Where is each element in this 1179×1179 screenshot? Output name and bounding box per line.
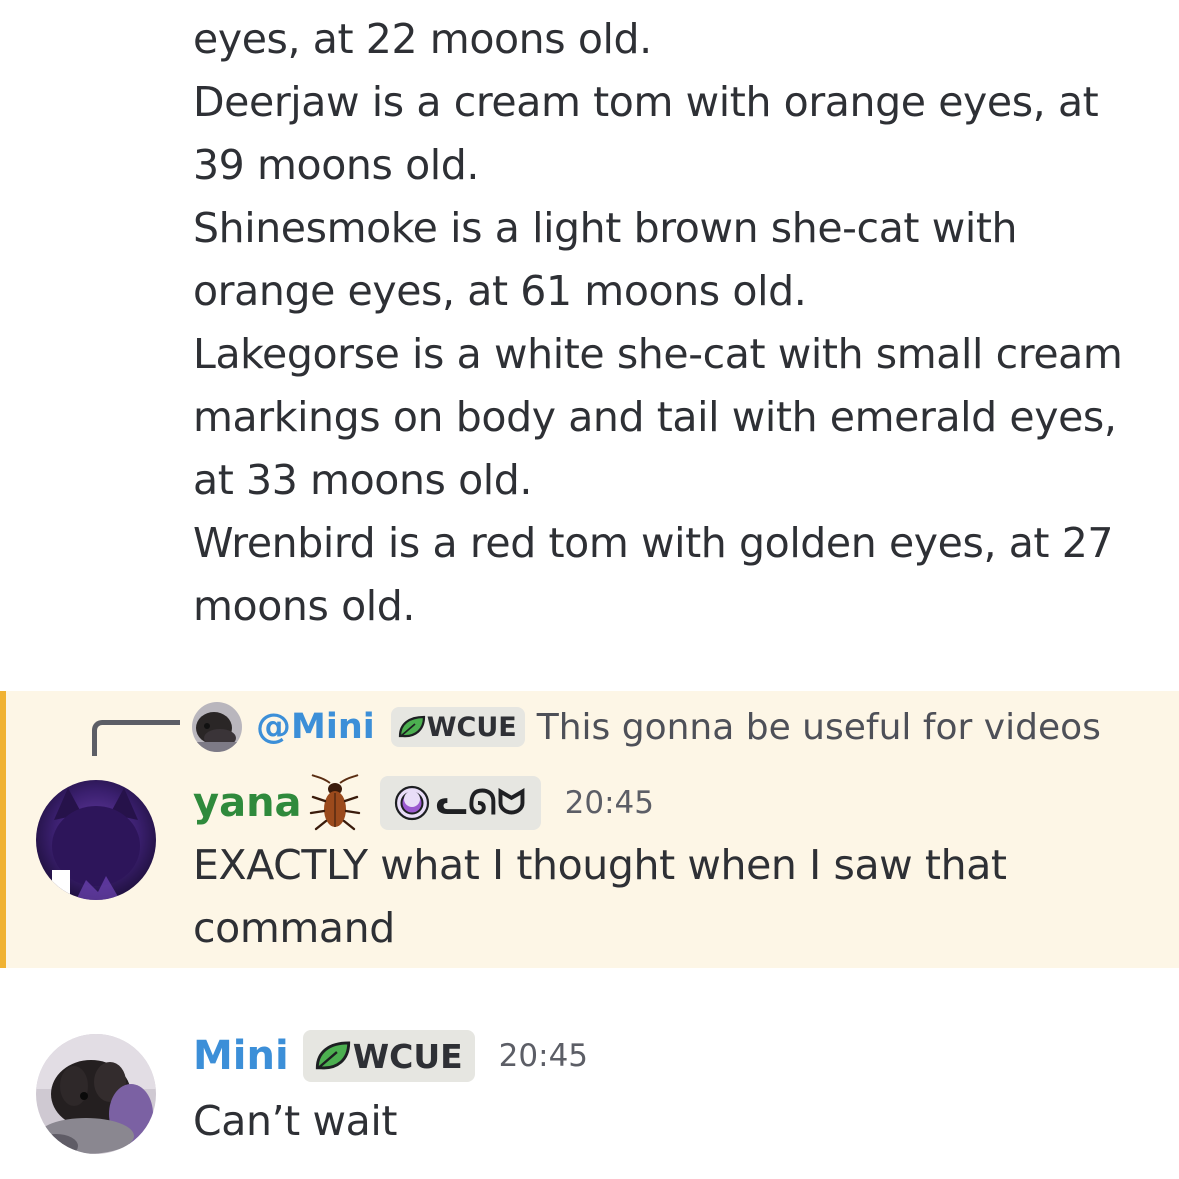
message-line: moons old.: [193, 582, 416, 630]
mini-message-header: Mini WCUE 20:45: [193, 1026, 588, 1086]
mini-username[interactable]: Mini: [193, 1033, 289, 1079]
reply-avatar[interactable]: [192, 702, 242, 752]
message-line: Wrenbird is a red tom with golden eyes, …: [193, 519, 1114, 567]
message-line: command: [193, 904, 395, 952]
message-line: EXACTLY what I thought when I saw that: [193, 841, 1007, 889]
leaf-icon: [398, 715, 425, 738]
yana-username[interactable]: yana: [193, 780, 302, 826]
mini-avatar[interactable]: [36, 1034, 156, 1154]
message-line: Can’t wait: [193, 1097, 398, 1145]
yana-role-label: ᓚᘏᗢ: [435, 783, 527, 823]
yana-timestamp[interactable]: 20:45: [565, 785, 654, 821]
cockroach-icon: [309, 774, 360, 831]
reply-preview-text[interactable]: This gonna be useful for videos: [537, 707, 1101, 748]
previous-message-text: eyes, at 22 moons old. Deerjaw is a crea…: [193, 8, 1153, 638]
yana-message-body: EXACTLY what I thought when I saw that c…: [193, 834, 1007, 960]
leaf-icon: [315, 1041, 350, 1070]
message-line: Lakegorse is a white she-cat with small …: [193, 330, 1123, 378]
message-line: 39 moons old.: [193, 141, 480, 189]
mini-timestamp[interactable]: 20:45: [499, 1038, 588, 1074]
reply-connector: [92, 720, 180, 756]
yana-role-tag[interactable]: ᓚᘏᗢ: [379, 776, 541, 830]
reply-server-tag[interactable]: WCUE: [390, 707, 525, 747]
moon-icon: [394, 785, 429, 821]
mini-server-tag[interactable]: WCUE: [302, 1030, 475, 1082]
message-line: Deerjaw is a cream tom with orange eyes,…: [193, 78, 1099, 126]
message-line: orange eyes, at 61 moons old.: [193, 267, 807, 315]
message-line: markings on body and tail with emerald e…: [193, 393, 1117, 441]
message-line: at 33 moons old.: [193, 456, 533, 504]
message-line: Shinesmoke is a light brown she-cat with: [193, 204, 1018, 252]
yana-avatar[interactable]: [36, 780, 156, 900]
message-line: eyes, at 22 moons old.: [193, 15, 652, 63]
mini-tag-label: WCUE: [352, 1036, 463, 1076]
mini-message-body: Can’t wait: [193, 1090, 397, 1153]
reply-author-mention[interactable]: @Mini: [256, 707, 375, 747]
reply-tag-label: WCUE: [426, 711, 517, 743]
yana-message-header: yana ᓚᘏᗢ 20:45: [193, 772, 654, 834]
reply-reference[interactable]: @Mini WCUE This gonna be useful for vide…: [192, 702, 1101, 752]
